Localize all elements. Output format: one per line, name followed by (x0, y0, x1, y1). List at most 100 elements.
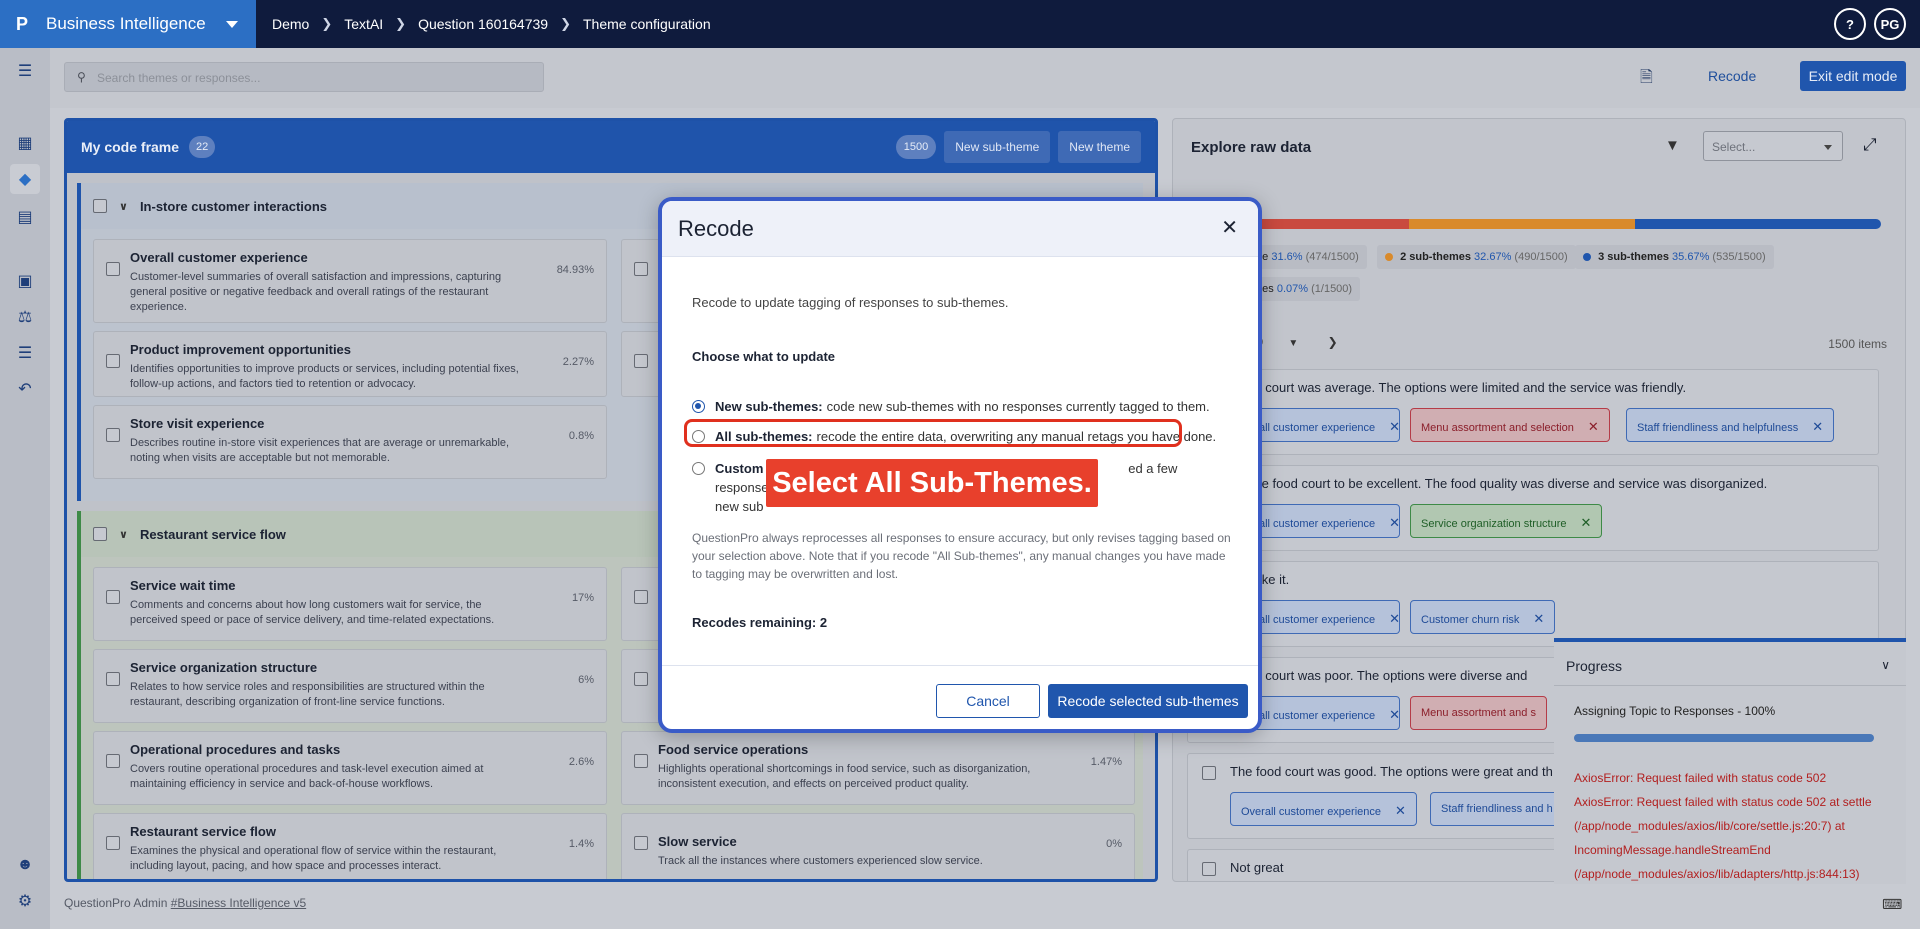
group-checkbox[interactable] (93, 199, 107, 213)
gear-icon[interactable]: ⚙ (14, 890, 36, 912)
subtheme-checkbox[interactable] (106, 672, 120, 686)
subtheme-percent: 2.27% (562, 356, 594, 368)
subtheme-checkbox[interactable] (634, 590, 648, 604)
subtheme-checkbox[interactable] (106, 354, 120, 368)
progress-header[interactable]: Progress ∨ (1554, 642, 1906, 686)
progress-title: Progress (1566, 658, 1623, 674)
close-icon[interactable]: ✕ (1389, 419, 1400, 434)
menu-icon[interactable]: ☰ (14, 60, 36, 82)
subtheme-checkbox[interactable] (634, 672, 648, 686)
textai-icon[interactable]: ◆ (10, 164, 40, 194)
response-tag[interactable]: Menu assortment and selection ✕ (1410, 408, 1610, 442)
search-input[interactable]: ⚲ Search themes or responses... (64, 62, 544, 92)
subtheme-checkbox[interactable] (106, 754, 120, 768)
close-icon[interactable]: ✕ (1533, 611, 1544, 626)
subtheme-checkbox[interactable] (106, 428, 120, 442)
option-text: new sub (715, 499, 764, 514)
subtheme-card[interactable]: Food service operations Highlights opera… (621, 731, 1135, 805)
balance-icon[interactable]: ⚖ (14, 306, 36, 328)
group-checkbox[interactable] (93, 527, 107, 541)
coverage-chip[interactable]: 3 sub-themes 35.67% (535/1500) (1575, 245, 1774, 269)
questionpro-logo: P (16, 13, 29, 34)
response-tag[interactable]: Staff friendliness and h (1430, 792, 1564, 826)
user-avatar[interactable]: PG (1874, 8, 1906, 40)
subtheme-card[interactable]: Product improvement opportunities Identi… (93, 331, 607, 397)
coverage-bar (1191, 219, 1881, 229)
response-tag[interactable]: Customer churn risk ✕ (1410, 600, 1556, 634)
breadcrumb-item[interactable]: TextAI (344, 16, 383, 32)
subtheme-checkbox[interactable] (634, 354, 648, 368)
reply-icon[interactable]: ↶ (14, 378, 36, 400)
close-icon[interactable]: ✕ (1812, 419, 1823, 434)
analysis-icon[interactable]: ▣ (14, 270, 36, 292)
report-icon[interactable]: ▤ (14, 206, 36, 228)
recode-selected-button[interactable]: Recode selected sub-themes (1048, 684, 1248, 718)
coverage-chip[interactable]: me 31.6% (474/1500) (1245, 245, 1367, 269)
subtheme-card[interactable]: Service organization structure Relates t… (93, 649, 607, 723)
expand-icon[interactable]: ⤢ (1863, 135, 1877, 155)
subtheme-card[interactable]: Store visit experience Describes routine… (93, 405, 607, 479)
explore-select[interactable]: Select... (1703, 131, 1843, 161)
subtheme-card[interactable]: Restaurant service flow Examines the phy… (93, 813, 607, 879)
close-icon[interactable]: ✕ (1581, 515, 1592, 530)
list-icon[interactable]: ☰ (14, 342, 36, 364)
close-icon[interactable]: ✕ (1389, 611, 1400, 626)
response-tag[interactable]: Menu assortment and s (1410, 696, 1547, 730)
subtheme-checkbox[interactable] (106, 262, 120, 276)
breadcrumb-item[interactable]: Demo (272, 16, 309, 32)
response-checkbox[interactable] (1202, 766, 1216, 780)
radio-custom-subthemes[interactable] (692, 462, 705, 475)
subtheme-title: Product improvement opportunities (130, 342, 352, 357)
dashboard-icon[interactable]: ▦ (14, 132, 36, 154)
close-icon[interactable]: ✕ (1221, 215, 1238, 240)
subtheme-card[interactable]: Service wait time Comments and concerns … (93, 567, 607, 641)
radio-new-subthemes[interactable] (692, 400, 705, 413)
new-subtheme-button[interactable]: New sub-theme (944, 131, 1051, 163)
keyboard-icon[interactable]: ⌨ (1882, 896, 1902, 913)
export-document-icon[interactable]: 🗎 (1640, 66, 1653, 93)
app-switcher[interactable]: P Business Intelligence (0, 0, 256, 48)
coverage-chip[interactable]: 2 sub-themes 32.67% (490/1500) (1377, 245, 1576, 269)
chevron-down-icon[interactable]: ∨ (119, 528, 128, 541)
filter-icon[interactable]: ▼ (1665, 137, 1680, 154)
new-theme-button[interactable]: New theme (1058, 131, 1141, 163)
modal-footer: Cancel Recode selected sub-themes (662, 665, 1258, 729)
recode-link[interactable]: Recode (1708, 68, 1756, 84)
subtheme-percent: 1.4% (568, 838, 594, 850)
chevron-down-icon[interactable]: ∨ (119, 200, 128, 213)
account-icon[interactable]: ☻ (14, 854, 36, 876)
response-row[interactable]: like it. all customer experience ✕ Custom… (1187, 561, 1879, 647)
cancel-button[interactable]: Cancel (936, 684, 1040, 718)
response-row[interactable]: d the food court to be excellent. The fo… (1187, 465, 1879, 551)
response-tag[interactable]: Service organization structure ✕ (1410, 504, 1603, 538)
coverage-chip[interactable]: mes 0.07% (1/1500) (1245, 277, 1361, 301)
subtheme-checkbox[interactable] (106, 590, 120, 604)
subtheme-card[interactable]: Overall customer experience Customer-lev… (93, 239, 607, 323)
close-icon[interactable]: ✕ (1588, 419, 1599, 434)
subtheme-checkbox[interactable] (106, 836, 120, 850)
dot-icon (1385, 253, 1393, 262)
response-tag[interactable]: Overall customer experience ✕ (1230, 792, 1417, 826)
exit-edit-mode-button[interactable]: Exit edit mode (1800, 61, 1906, 91)
option-new-subthemes[interactable]: New sub-themes: code new sub-themes with … (692, 397, 1232, 416)
tag-label: Staff friendliness and h (1441, 803, 1553, 815)
response-checkbox[interactable] (1202, 862, 1216, 876)
chevron-right-icon: ❯ (395, 16, 407, 31)
response-row[interactable]: ood court was average. The options were … (1187, 369, 1879, 455)
next-page-icon[interactable]: ❯ (1328, 335, 1338, 349)
subtheme-checkbox[interactable] (634, 754, 648, 768)
progress-bar (1574, 734, 1874, 742)
subtheme-checkbox[interactable] (634, 262, 648, 276)
close-icon[interactable]: ✕ (1389, 515, 1400, 530)
close-icon[interactable]: ✕ (1389, 707, 1400, 722)
subtheme-checkbox[interactable] (634, 836, 648, 850)
subtheme-card[interactable]: Slow service Track all the instances whe… (621, 813, 1135, 879)
response-tag[interactable]: Staff friendliness and helpfulness ✕ (1626, 408, 1835, 442)
subtheme-card[interactable]: Operational procedures and tasks Covers … (93, 731, 607, 805)
breadcrumb-item[interactable]: Question 160164739 (418, 16, 548, 32)
chevron-down-icon[interactable]: ∨ (1881, 658, 1890, 672)
footer-link[interactable]: #Business Intelligence v5 (171, 896, 306, 910)
tag-label: Overall customer experience (1241, 806, 1382, 818)
help-button[interactable]: ? (1834, 8, 1866, 40)
close-icon[interactable]: ✕ (1395, 803, 1406, 818)
